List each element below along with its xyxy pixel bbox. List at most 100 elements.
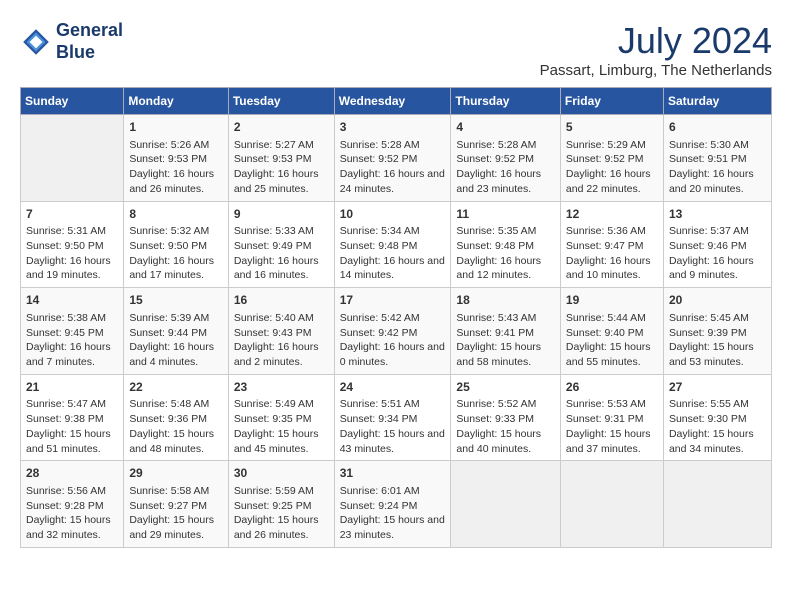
- daylight-text: Daylight: 15 hours and 45 minutes.: [234, 428, 319, 455]
- calendar-cell: 1Sunrise: 5:26 AMSunset: 9:53 PMDaylight…: [124, 115, 228, 202]
- calendar-cell: 12Sunrise: 5:36 AMSunset: 9:47 PMDayligh…: [560, 201, 663, 288]
- daylight-text: Daylight: 16 hours and 0 minutes.: [340, 341, 445, 368]
- calendar-week-row: 21Sunrise: 5:47 AMSunset: 9:38 PMDayligh…: [21, 374, 772, 461]
- calendar-cell: 4Sunrise: 5:28 AMSunset: 9:52 PMDaylight…: [451, 115, 561, 202]
- sunrise-text: Sunrise: 5:58 AM: [129, 485, 209, 497]
- sunrise-text: Sunrise: 5:34 AM: [340, 225, 420, 237]
- day-number: 10: [340, 206, 446, 223]
- calendar-cell: 5Sunrise: 5:29 AMSunset: 9:52 PMDaylight…: [560, 115, 663, 202]
- sunset-text: Sunset: 9:49 PM: [234, 240, 312, 252]
- calendar-cell: 26Sunrise: 5:53 AMSunset: 9:31 PMDayligh…: [560, 374, 663, 461]
- logo-icon: [20, 26, 52, 58]
- day-number: 7: [26, 206, 118, 223]
- calendar-cell: 14Sunrise: 5:38 AMSunset: 9:45 PMDayligh…: [21, 288, 124, 375]
- daylight-text: Daylight: 15 hours and 26 minutes.: [234, 514, 319, 541]
- day-number: 2: [234, 119, 329, 136]
- sunrise-text: Sunrise: 5:39 AM: [129, 312, 209, 324]
- sunrise-text: Sunrise: 5:32 AM: [129, 225, 209, 237]
- day-number: 21: [26, 379, 118, 396]
- sunset-text: Sunset: 9:52 PM: [340, 153, 418, 165]
- weekday-header-tuesday: Tuesday: [228, 88, 334, 115]
- sunrise-text: Sunrise: 6:01 AM: [340, 485, 420, 497]
- weekday-header-wednesday: Wednesday: [334, 88, 451, 115]
- sunset-text: Sunset: 9:52 PM: [566, 153, 644, 165]
- day-number: 28: [26, 465, 118, 482]
- daylight-text: Daylight: 16 hours and 4 minutes.: [129, 341, 214, 368]
- weekday-header-thursday: Thursday: [451, 88, 561, 115]
- sunrise-text: Sunrise: 5:49 AM: [234, 398, 314, 410]
- day-number: 27: [669, 379, 766, 396]
- sunrise-text: Sunrise: 5:45 AM: [669, 312, 749, 324]
- day-number: 1: [129, 119, 222, 136]
- day-number: 29: [129, 465, 222, 482]
- month-year: July 2024: [540, 20, 772, 62]
- sunrise-text: Sunrise: 5:44 AM: [566, 312, 646, 324]
- day-number: 13: [669, 206, 766, 223]
- sunset-text: Sunset: 9:51 PM: [669, 153, 747, 165]
- day-number: 4: [456, 119, 555, 136]
- sunset-text: Sunset: 9:27 PM: [129, 500, 207, 512]
- calendar-week-row: 1Sunrise: 5:26 AMSunset: 9:53 PMDaylight…: [21, 115, 772, 202]
- calendar-cell: 20Sunrise: 5:45 AMSunset: 9:39 PMDayligh…: [663, 288, 771, 375]
- sunrise-text: Sunrise: 5:26 AM: [129, 139, 209, 151]
- location: Passart, Limburg, The Netherlands: [540, 62, 772, 79]
- sunset-text: Sunset: 9:52 PM: [456, 153, 534, 165]
- weekday-header-friday: Friday: [560, 88, 663, 115]
- daylight-text: Daylight: 16 hours and 16 minutes.: [234, 255, 319, 282]
- calendar-cell: [451, 461, 561, 548]
- sunrise-text: Sunrise: 5:47 AM: [26, 398, 106, 410]
- logo-line2: Blue: [56, 42, 95, 62]
- sunset-text: Sunset: 9:50 PM: [129, 240, 207, 252]
- calendar-cell: 22Sunrise: 5:48 AMSunset: 9:36 PMDayligh…: [124, 374, 228, 461]
- day-number: 8: [129, 206, 222, 223]
- sunset-text: Sunset: 9:28 PM: [26, 500, 104, 512]
- day-number: 18: [456, 292, 555, 309]
- calendar-week-row: 14Sunrise: 5:38 AMSunset: 9:45 PMDayligh…: [21, 288, 772, 375]
- sunset-text: Sunset: 9:46 PM: [669, 240, 747, 252]
- weekday-header-monday: Monday: [124, 88, 228, 115]
- daylight-text: Daylight: 16 hours and 25 minutes.: [234, 168, 319, 195]
- calendar-cell: 31Sunrise: 6:01 AMSunset: 9:24 PMDayligh…: [334, 461, 451, 548]
- day-number: 17: [340, 292, 446, 309]
- sunset-text: Sunset: 9:40 PM: [566, 327, 644, 339]
- sunset-text: Sunset: 9:47 PM: [566, 240, 644, 252]
- sunrise-text: Sunrise: 5:29 AM: [566, 139, 646, 151]
- sunset-text: Sunset: 9:31 PM: [566, 413, 644, 425]
- day-number: 5: [566, 119, 658, 136]
- title-block: July 2024 Passart, Limburg, The Netherla…: [540, 20, 772, 79]
- daylight-text: Daylight: 16 hours and 19 minutes.: [26, 255, 111, 282]
- calendar-cell: 19Sunrise: 5:44 AMSunset: 9:40 PMDayligh…: [560, 288, 663, 375]
- calendar-cell: 15Sunrise: 5:39 AMSunset: 9:44 PMDayligh…: [124, 288, 228, 375]
- sunrise-text: Sunrise: 5:53 AM: [566, 398, 646, 410]
- day-number: 26: [566, 379, 658, 396]
- day-number: 31: [340, 465, 446, 482]
- sunrise-text: Sunrise: 5:28 AM: [456, 139, 536, 151]
- sunrise-text: Sunrise: 5:38 AM: [26, 312, 106, 324]
- sunrise-text: Sunrise: 5:37 AM: [669, 225, 749, 237]
- daylight-text: Daylight: 16 hours and 9 minutes.: [669, 255, 754, 282]
- sunset-text: Sunset: 9:48 PM: [340, 240, 418, 252]
- calendar-table: SundayMondayTuesdayWednesdayThursdayFrid…: [20, 87, 772, 548]
- day-number: 11: [456, 206, 555, 223]
- day-number: 19: [566, 292, 658, 309]
- daylight-text: Daylight: 15 hours and 32 minutes.: [26, 514, 111, 541]
- sunset-text: Sunset: 9:41 PM: [456, 327, 534, 339]
- sunset-text: Sunset: 9:35 PM: [234, 413, 312, 425]
- sunset-text: Sunset: 9:34 PM: [340, 413, 418, 425]
- sunrise-text: Sunrise: 5:31 AM: [26, 225, 106, 237]
- calendar-cell: 25Sunrise: 5:52 AMSunset: 9:33 PMDayligh…: [451, 374, 561, 461]
- calendar-cell: 18Sunrise: 5:43 AMSunset: 9:41 PMDayligh…: [451, 288, 561, 375]
- sunset-text: Sunset: 9:39 PM: [669, 327, 747, 339]
- day-number: 3: [340, 119, 446, 136]
- day-number: 24: [340, 379, 446, 396]
- calendar-cell: 30Sunrise: 5:59 AMSunset: 9:25 PMDayligh…: [228, 461, 334, 548]
- sunrise-text: Sunrise: 5:36 AM: [566, 225, 646, 237]
- sunset-text: Sunset: 9:36 PM: [129, 413, 207, 425]
- calendar-cell: 29Sunrise: 5:58 AMSunset: 9:27 PMDayligh…: [124, 461, 228, 548]
- daylight-text: Daylight: 16 hours and 14 minutes.: [340, 255, 445, 282]
- sunrise-text: Sunrise: 5:52 AM: [456, 398, 536, 410]
- logo: General Blue: [20, 20, 123, 63]
- day-number: 30: [234, 465, 329, 482]
- daylight-text: Daylight: 16 hours and 26 minutes.: [129, 168, 214, 195]
- logo-line1: General: [56, 20, 123, 40]
